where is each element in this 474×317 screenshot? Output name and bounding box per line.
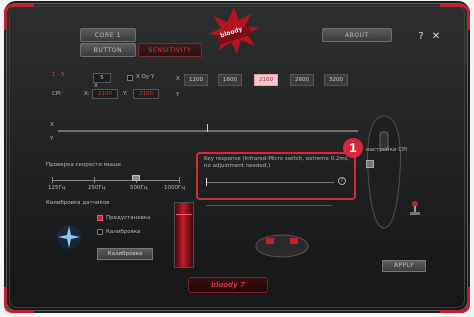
- divider-line: [206, 205, 332, 206]
- x-row-letter: X: [176, 76, 180, 82]
- annotation-badge: 1: [343, 138, 363, 158]
- polling-tick: [94, 177, 95, 183]
- preset-checkbox[interactable]: [97, 215, 103, 221]
- cpi-level-1[interactable]: 1200: [184, 74, 208, 86]
- highlight-annotation: [196, 152, 356, 200]
- sensitivity-slider-handle[interactable]: [207, 124, 208, 132]
- sensor-glow-icon: [57, 225, 81, 249]
- cpi-range-label: 1 - 5: [52, 72, 65, 78]
- xy-sync-checkbox[interactable]: [127, 75, 133, 81]
- polling-option[interactable]: 1000Гц: [164, 185, 185, 191]
- calibration-title: Калибровка датчиков: [46, 200, 110, 206]
- meter-line: [176, 214, 192, 215]
- cpi-settings-label: настройки CPI: [366, 147, 408, 153]
- slider-y-letter: Y: [50, 136, 54, 142]
- joystick-icon[interactable]: [408, 200, 422, 216]
- tab-sensitivity[interactable]: SENSITIVITY: [138, 43, 202, 57]
- frame-corner: [440, 4, 470, 30]
- apply-button[interactable]: APPLY: [382, 260, 426, 272]
- mouse-image: [255, 234, 309, 258]
- mouse-side-image: [367, 115, 401, 229]
- calibration-meter: [174, 202, 194, 268]
- polling-tick: [179, 177, 180, 183]
- calibrate-checkbox[interactable]: [97, 229, 103, 235]
- frame-corner: [4, 287, 34, 313]
- xy-sync-label: X Oy Y: [136, 74, 155, 80]
- calibrate-label: Калибровка: [106, 229, 141, 235]
- polling-slider-track[interactable]: [52, 180, 180, 181]
- cpi-level-5[interactable]: 3200: [324, 74, 348, 86]
- close-button[interactable]: ✕: [429, 31, 443, 43]
- sensitivity-slider-track[interactable]: [58, 130, 358, 132]
- x-value-letter: X:: [84, 91, 90, 97]
- frame-corner: [440, 287, 470, 313]
- cpi-x-field[interactable]: 2100: [92, 89, 118, 99]
- polling-tick: [52, 177, 53, 183]
- preset-label: Предустановка: [106, 215, 151, 221]
- bottom-logo: bloody 7: [188, 277, 268, 293]
- frame-corner: [4, 4, 34, 30]
- slider-x-letter: X: [50, 122, 54, 128]
- tab-core1[interactable]: CORE 1: [80, 28, 136, 42]
- cpi-level-4[interactable]: 2600: [290, 74, 314, 86]
- polling-option[interactable]: 125Гц: [48, 185, 66, 191]
- polling-slider-handle[interactable]: [132, 175, 140, 181]
- calibrate-button[interactable]: Калибровка: [97, 248, 153, 260]
- help-button[interactable]: ?: [414, 31, 428, 43]
- polling-option[interactable]: 250Гц: [88, 185, 106, 191]
- side-toggle[interactable]: [366, 160, 374, 168]
- tab-about[interactable]: ABOUT: [322, 28, 392, 42]
- y-row-letter: Y: [176, 92, 180, 98]
- app-window: ? ✕ CORE 1 ABOUT BUTTON SENSITIVITY bloo…: [0, 0, 474, 317]
- polling-title: Проверка скорости мыши: [46, 162, 121, 168]
- y-value-letter: Y:: [123, 91, 128, 97]
- cpi-level-3[interactable]: 2100: [254, 74, 278, 86]
- tab-button[interactable]: BUTTON: [80, 43, 136, 57]
- cpi-y-field[interactable]: 2100: [133, 89, 159, 99]
- polling-option[interactable]: 500Гц: [130, 185, 148, 191]
- cpi-level-2[interactable]: 1600: [218, 74, 242, 86]
- level-stepper[interactable]: 5: [93, 73, 111, 83]
- cpi-label: CPI: [52, 91, 61, 97]
